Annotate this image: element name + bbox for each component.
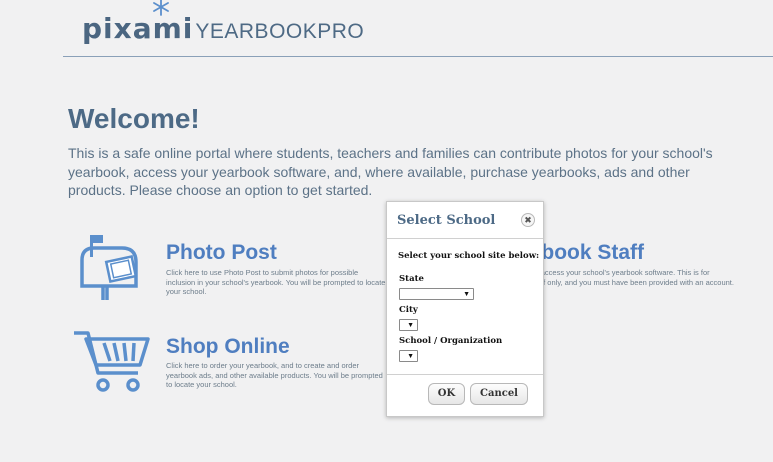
shopping-cart-icon (74, 331, 150, 392)
ok-button[interactable]: OK (428, 383, 465, 405)
photo-post-title[interactable]: Photo Post (166, 241, 277, 265)
mailbox-photo-icon (80, 235, 138, 300)
shop-online-title[interactable]: Shop Online (166, 335, 290, 359)
close-icon[interactable]: ✖ (521, 213, 535, 227)
cancel-button[interactable]: Cancel (470, 383, 528, 405)
photo-post-desc: Click here to use Photo Post to submit p… (166, 268, 386, 296)
logo-wordmark: pixami (82, 12, 194, 45)
dropdown-arrow-icon: ▼ (463, 291, 470, 298)
dialog-footer-divider (387, 374, 543, 375)
welcome-text: This is a safe online portal where stude… (68, 145, 713, 198)
header: pixami YEARBOOKPRO (0, 0, 773, 57)
header-divider (63, 56, 773, 57)
star-icon (153, 0, 169, 16)
page-title: Welcome! (68, 103, 200, 134)
dropdown-arrow-icon: ▼ (407, 353, 414, 360)
state-select[interactable]: ▼ (399, 288, 474, 300)
shop-online-desc: Click here to order your yearbook, and t… (166, 361, 383, 389)
dialog-title: Select School (397, 213, 496, 228)
photo-post-card[interactable]: Photo Post Click here to use Photo Post … (76, 232, 396, 302)
page: pixami YEARBOOKPRO Welcome! This is a sa… (0, 0, 773, 462)
shop-online-card[interactable]: Shop Online Click here to order your yea… (72, 325, 392, 400)
dialog-header-divider (387, 238, 543, 239)
dialog-instruction: Select your school site below: (398, 251, 540, 261)
city-select[interactable]: ▼ (399, 319, 418, 331)
city-label: City (399, 305, 418, 315)
logo-product-name: YEARBOOKPRO (195, 20, 365, 43)
logo[interactable]: pixami YEARBOOKPRO (82, 0, 365, 45)
state-label: State (399, 274, 424, 284)
school-select[interactable]: ▼ (399, 350, 418, 362)
select-school-dialog: Select School ✖ Select your school site … (386, 201, 544, 417)
school-label: School / Organization (399, 336, 503, 346)
dropdown-arrow-icon: ▼ (407, 322, 414, 329)
